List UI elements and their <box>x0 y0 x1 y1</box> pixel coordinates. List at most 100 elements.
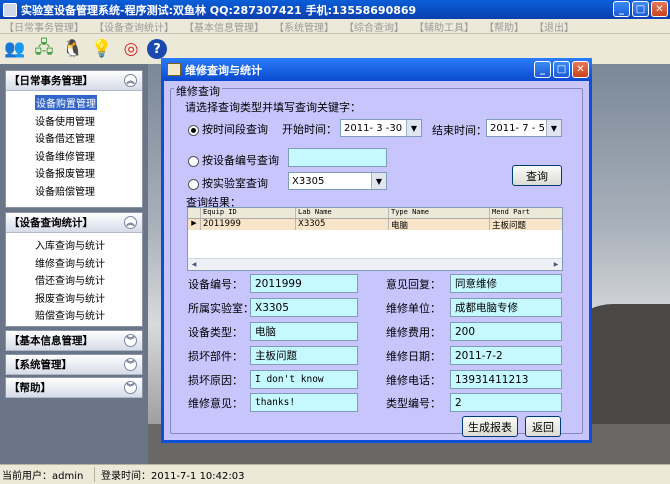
opinion-field[interactable]: thanks! <box>250 393 358 412</box>
end-date-picker[interactable]: 2011- 7 - 5 ▼ <box>486 119 562 137</box>
column-header[interactable]: Type Name <box>389 208 490 218</box>
start-time-label: 开始时间： <box>282 123 337 136</box>
reply-label: 意见回复： <box>386 278 441 291</box>
penguin-icon[interactable]: 🐧 <box>60 36 86 62</box>
maximize-icon[interactable]: □ <box>553 61 570 78</box>
sidebar-item-purchase[interactable]: 设备购置管理 <box>6 94 142 112</box>
start-date-picker[interactable]: 2011- 3 -30 ▼ <box>340 119 422 137</box>
panel-query-stats: 【设备查询统计】 ︽ 入库查询与统计 维修查询与统计 借还查询与统计 报废查询与… <box>5 212 143 327</box>
horizontal-scrollbar[interactable]: ◀ ▶ <box>188 258 562 270</box>
phone-field[interactable]: 13931411213 <box>450 370 562 389</box>
panel-daily: 【日常事务管理】 ︽ 设备购置管理 设备使用管理 设备借还管理 设备维修管理 设… <box>5 70 143 208</box>
scroll-right-icon[interactable]: ▶ <box>550 259 562 270</box>
equip-id-input[interactable] <box>288 148 387 167</box>
panel-basic-header[interactable]: 【基本信息管理】 ︾ <box>6 331 142 351</box>
expand-icon[interactable]: ︾ <box>124 334 137 347</box>
menu-system[interactable]: 【系统管理】 <box>274 19 334 34</box>
target-icon[interactable]: ◎ <box>118 36 144 62</box>
equip-id-label: 设备编号： <box>188 278 243 291</box>
dropdown-arrow-icon[interactable]: ▼ <box>406 120 421 136</box>
cost-label: 维修费用： <box>386 326 441 339</box>
menu-exit[interactable]: 【退出】 <box>534 19 574 34</box>
lab-select[interactable]: X3305 ▼ <box>288 172 387 190</box>
network-icon[interactable]: 🖧 <box>31 36 57 62</box>
sidebar-item-compensation[interactable]: 设备赔偿管理 <box>6 182 142 200</box>
cost-field[interactable]: 200 <box>450 322 562 341</box>
generate-report-button[interactable]: 生成报表 <box>462 416 518 437</box>
dropdown-arrow-icon[interactable]: ▼ <box>546 120 561 136</box>
opinion-label: 维修意见： <box>188 397 243 410</box>
sidebar-item-repair[interactable]: 设备维修管理 <box>6 147 142 165</box>
menu-basic-info[interactable]: 【基本信息管理】 <box>184 19 264 34</box>
sidebar-item-usage[interactable]: 设备使用管理 <box>6 112 142 130</box>
panel-query-header[interactable]: 【设备查询统计】 ︽ <box>6 213 142 233</box>
menu-tools[interactable]: 【辅助工具】 <box>414 19 474 34</box>
close-icon[interactable]: ✕ <box>651 1 668 17</box>
query-button[interactable]: 查询 <box>512 165 562 186</box>
results-grid[interactable]: Equip ID Lab Name Type Name Mend Part ▶ … <box>187 207 563 271</box>
sidebar-item-compensation-query[interactable]: 赔偿查询与统计 <box>6 306 142 324</box>
date-field[interactable]: 2011-7-2 <box>450 346 562 365</box>
app-icon <box>3 2 17 17</box>
menu-query-stats[interactable]: 【设备查询统计】 <box>94 19 174 34</box>
column-header[interactable]: Equip ID <box>201 208 296 218</box>
expand-icon[interactable]: ︾ <box>124 381 137 394</box>
lab-field[interactable]: X3305 <box>250 298 358 317</box>
radio-lab[interactable] <box>188 177 199 190</box>
type-field[interactable]: 电脑 <box>250 322 358 341</box>
users-icon[interactable]: 👥 <box>2 36 28 62</box>
close-icon[interactable]: ✕ <box>572 61 589 78</box>
reply-field[interactable]: 同意维修 <box>450 274 562 293</box>
panel-system-header[interactable]: 【系统管理】 ︾ <box>6 355 142 375</box>
sidebar-item-repair-query[interactable]: 维修查询与统计 <box>6 254 142 272</box>
panel-title: 【基本信息管理】 <box>9 335 93 347</box>
panel-system: 【系统管理】 ︾ <box>5 354 143 375</box>
grid-header: Equip ID Lab Name Type Name Mend Part <box>188 208 562 219</box>
collapse-icon[interactable]: ︽ <box>124 74 137 87</box>
menu-bar: 【日常事务管理】 【设备查询统计】 【基本信息管理】 【系统管理】 【综合查询】… <box>0 19 670 34</box>
sidebar-item-scrap[interactable]: 设备报废管理 <box>6 164 142 182</box>
unit-label: 维修单位： <box>386 302 441 315</box>
panel-help-header[interactable]: 【帮助】 ︾ <box>6 378 142 398</box>
panel-basic-info: 【基本信息管理】 ︾ <box>5 330 143 351</box>
dialog-title-bar[interactable]: 维修查询与统计 _ □ ✕ <box>161 58 592 81</box>
radio-time[interactable] <box>188 123 199 136</box>
help-icon[interactable]: ? <box>147 39 167 59</box>
sidebar-item-scrap-query[interactable]: 报废查询与统计 <box>6 289 142 307</box>
maximize-icon[interactable]: □ <box>632 1 649 17</box>
phone-label: 维修电话： <box>386 374 441 387</box>
part-field[interactable]: 主板问题 <box>250 346 358 365</box>
menu-daily[interactable]: 【日常事务管理】 <box>4 19 84 34</box>
dropdown-arrow-icon[interactable]: ▼ <box>371 173 386 189</box>
main-title-bar: 实验室设备管理系统-程序测试:双鱼林 QQ:287307421 手机:13558… <box>0 0 670 19</box>
back-button[interactable]: 返回 <box>525 416 561 437</box>
column-header[interactable]: Lab Name <box>296 208 389 218</box>
group-label: 维修查询 <box>174 83 222 99</box>
unit-field[interactable]: 成都电脑专修 <box>450 298 562 317</box>
table-row[interactable]: ▶ 2011999 X3305 电脑 主板问题 <box>188 219 562 230</box>
radio-equip[interactable] <box>188 154 199 167</box>
query-prompt: 请选择查询类型并填写查询关键字： <box>185 101 361 114</box>
typeno-field[interactable]: 2 <box>450 393 562 412</box>
column-header[interactable]: Mend Part <box>490 208 561 218</box>
panel-daily-header[interactable]: 【日常事务管理】 ︽ <box>6 71 142 91</box>
radio-lab-label: 按实验室查询 <box>202 177 268 190</box>
reason-field[interactable]: I don't know <box>250 370 358 389</box>
menu-help[interactable]: 【帮助】 <box>484 19 524 34</box>
sidebar-item-stock-query[interactable]: 入库查询与统计 <box>6 236 142 254</box>
date-label: 维修日期： <box>386 350 441 363</box>
collapse-icon[interactable]: ︽ <box>124 216 137 229</box>
menu-general-query[interactable]: 【综合查询】 <box>344 19 404 34</box>
equip-id-field[interactable]: 2011999 <box>250 274 358 293</box>
radio-time-label: 按时间段查询 <box>202 123 268 136</box>
typeno-label: 类型编号： <box>386 397 441 410</box>
sidebar-item-borrow[interactable]: 设备借还管理 <box>6 129 142 147</box>
panel-title: 【日常事务管理】 <box>9 75 93 87</box>
lightbulb-icon[interactable]: 💡 <box>89 36 115 62</box>
scroll-left-icon[interactable]: ◀ <box>188 259 200 270</box>
minimize-icon[interactable]: _ <box>613 1 630 17</box>
row-pointer-icon: ▶ <box>188 219 201 230</box>
minimize-icon[interactable]: _ <box>534 61 551 78</box>
expand-icon[interactable]: ︾ <box>124 358 137 371</box>
sidebar-item-borrow-query[interactable]: 借还查询与统计 <box>6 271 142 289</box>
